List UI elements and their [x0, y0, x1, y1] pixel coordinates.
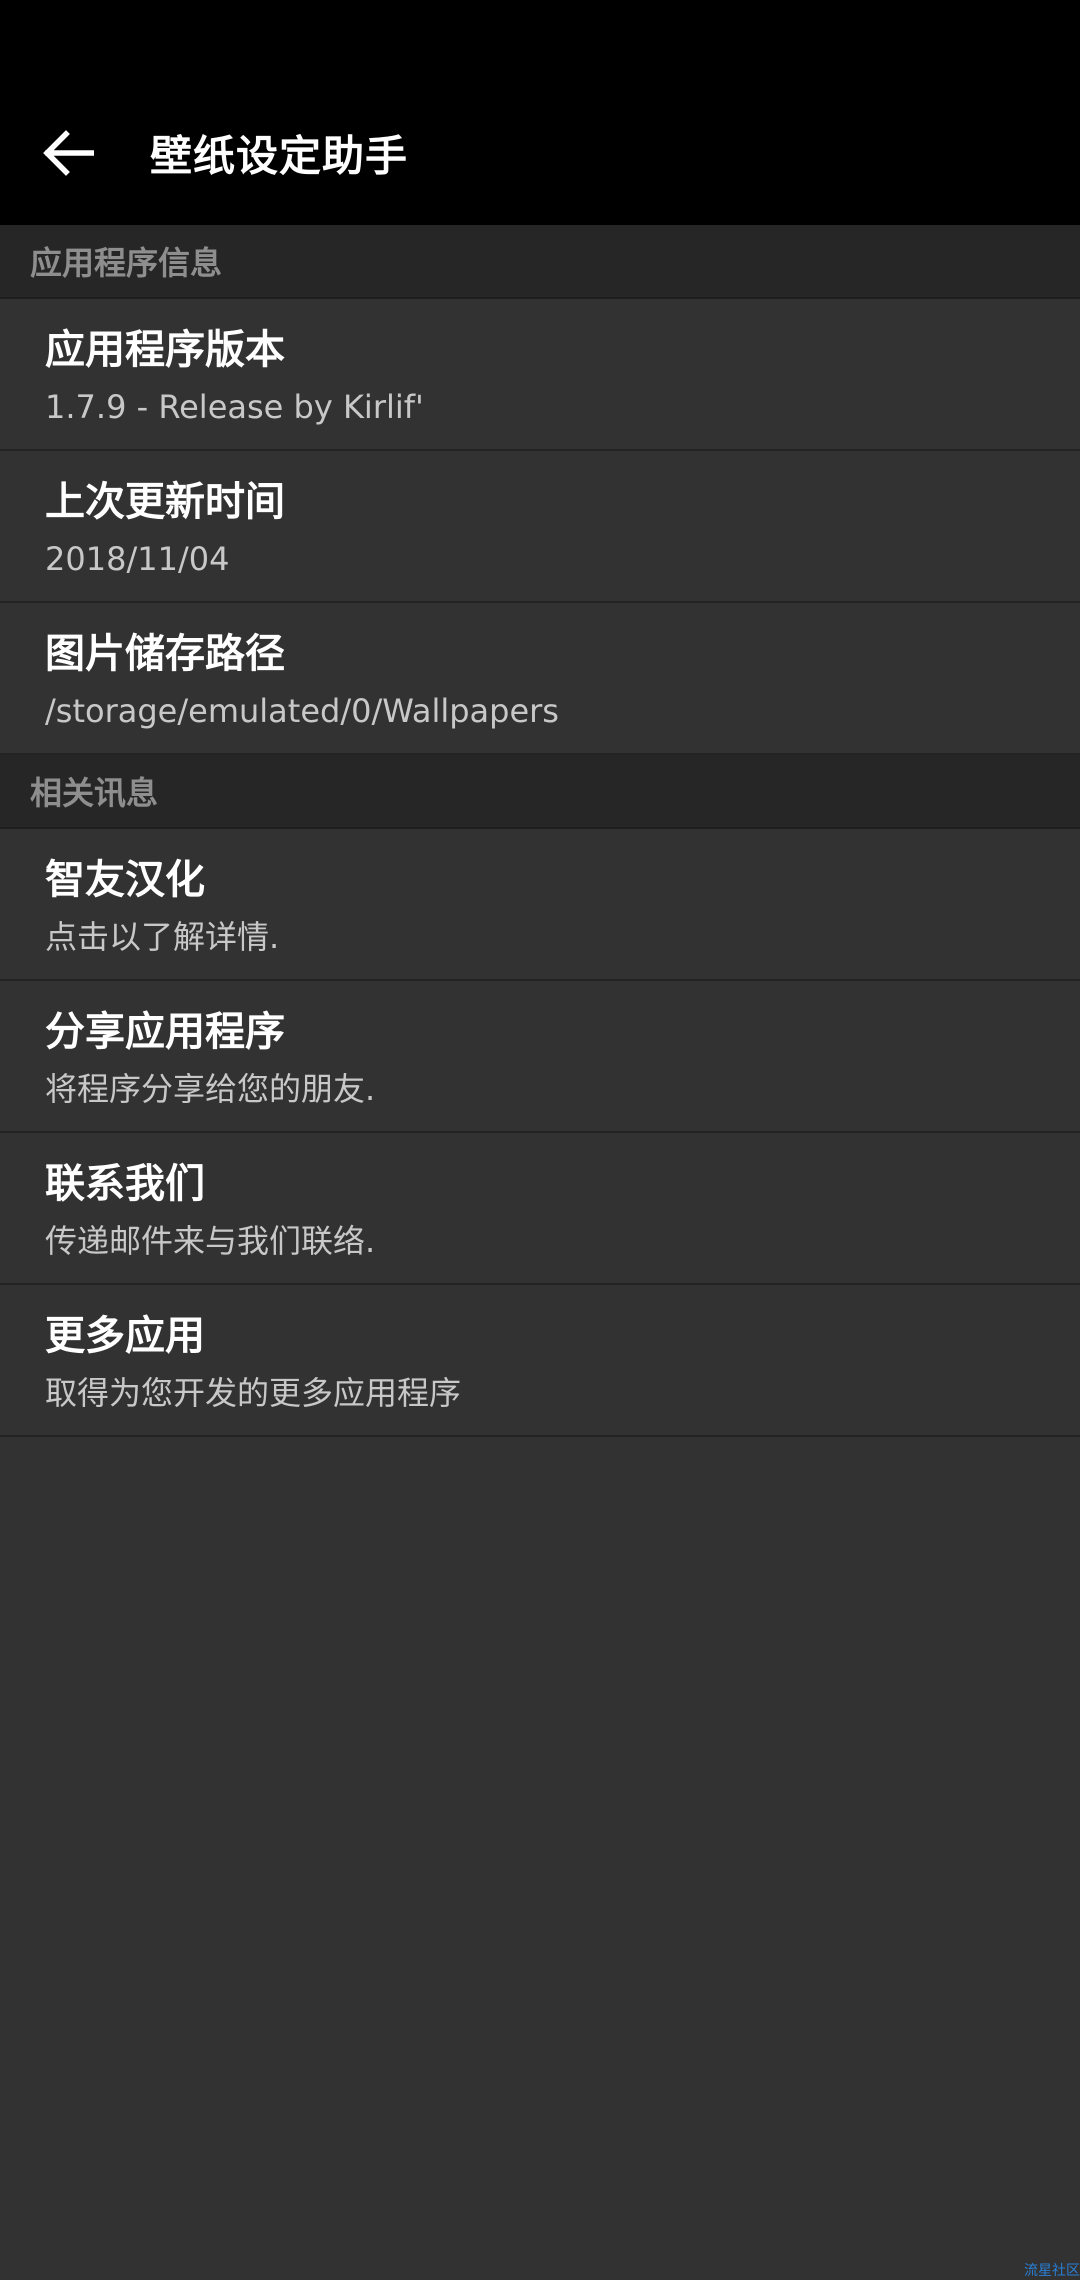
pref-item-title: 上次更新时间 — [45, 479, 285, 525]
settings-screen: 壁纸设定助手 应用程序信息 应用程序版本 1.7.9 - Release by … — [0, 0, 1080, 2280]
pref-item-title: 分享应用程序 — [45, 1009, 285, 1055]
pref-item-title: 更多应用 — [45, 1313, 205, 1359]
pref-item-app-version[interactable]: 应用程序版本 1.7.9 - Release by Kirlif' — [0, 299, 1080, 451]
pref-item-last-update[interactable]: 上次更新时间 2018/11/04 — [0, 451, 1080, 603]
toolbar: 壁纸设定助手 — [0, 80, 1080, 225]
pref-item-contact-us[interactable]: 联系我们 传递邮件来与我们联络. — [0, 1133, 1080, 1285]
status-bar — [0, 0, 1080, 80]
section-header-related-info: 相关讯息 — [0, 755, 1080, 829]
pref-item-summary: /storage/emulated/0/Wallpapers — [45, 692, 559, 730]
pref-item-share-app[interactable]: 分享应用程序 将程序分享给您的朋友. — [0, 981, 1080, 1133]
pref-item-title: 图片储存路径 — [45, 631, 285, 677]
pref-item-summary: 1.7.9 - Release by Kirlif' — [45, 388, 424, 426]
pref-item-summary: 传递邮件来与我们联络. — [45, 1222, 376, 1260]
page-title: 壁纸设定助手 — [150, 131, 409, 180]
watermark: 流星社区 — [1024, 2263, 1080, 2279]
pref-item-summary: 将程序分享给您的朋友. — [45, 1070, 376, 1108]
pref-item-title: 智友汉化 — [45, 857, 205, 903]
section-header-label: 相关讯息 — [30, 774, 159, 812]
pref-item-localization[interactable]: 智友汉化 点击以了解详情. — [0, 829, 1080, 981]
pref-item-title: 联系我们 — [45, 1161, 205, 1207]
back-button[interactable] — [28, 113, 108, 193]
pref-item-summary: 点击以了解详情. — [45, 918, 280, 956]
pref-item-storage-path[interactable]: 图片储存路径 /storage/emulated/0/Wallpapers — [0, 603, 1080, 755]
pref-item-summary: 取得为您开发的更多应用程序 — [45, 1374, 462, 1412]
pref-item-title: 应用程序版本 — [45, 327, 285, 373]
section-header-app-info: 应用程序信息 — [0, 225, 1080, 299]
pref-item-more-apps[interactable]: 更多应用 取得为您开发的更多应用程序 — [0, 1285, 1080, 1437]
arrow-left-icon — [43, 129, 94, 176]
pref-item-summary: 2018/11/04 — [45, 540, 230, 578]
section-header-label: 应用程序信息 — [30, 244, 223, 282]
